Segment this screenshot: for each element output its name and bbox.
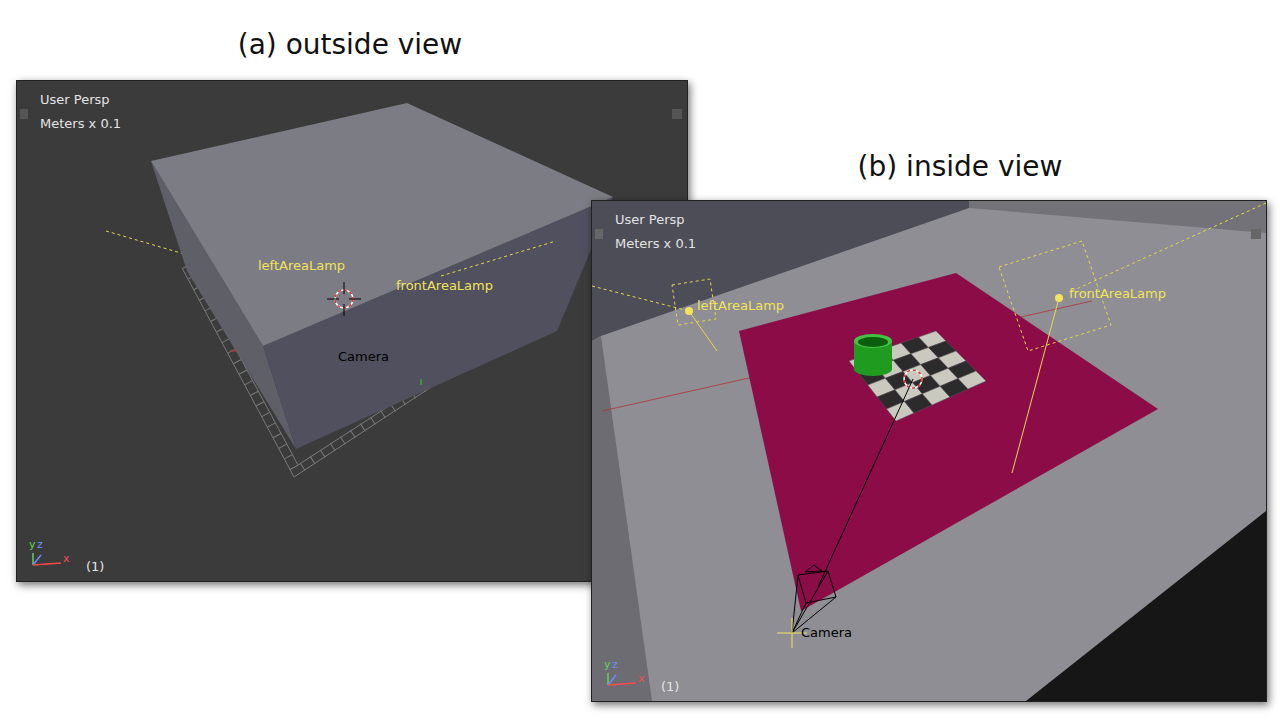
axis-line — [608, 675, 616, 685]
axis-label: z — [612, 659, 618, 671]
figure-caption: (a) outside view — [238, 28, 463, 61]
axis-line — [608, 683, 636, 685]
axis-label: x — [63, 553, 70, 565]
inside-scene — [592, 201, 1266, 701]
unit-scale: Meters x 0.1 — [615, 236, 696, 252]
camera-label: Camera — [801, 625, 852, 641]
camera-label: Camera — [338, 349, 389, 365]
axis-line — [33, 563, 61, 565]
axis-label: y — [604, 659, 611, 671]
frame-number: (1) — [86, 559, 104, 575]
front-lamp-object[interactable] — [999, 203, 1266, 473]
left-lamp-object[interactable] — [592, 279, 717, 351]
cup[interactable] — [854, 334, 892, 376]
lamp-label: leftAreaLamp — [258, 258, 345, 274]
camera-object[interactable] — [792, 379, 913, 633]
axis-label: y — [29, 539, 36, 551]
lamp-label: frontAreaLamp — [396, 278, 493, 294]
axis-line — [33, 555, 41, 565]
outside-scene — [17, 81, 687, 581]
lamp-label: frontAreaLamp — [1069, 286, 1166, 302]
axis-gizmo-icon — [27, 543, 87, 573]
axis-gizmo-icon — [602, 663, 662, 693]
view-name: User Persp — [40, 92, 110, 108]
frame-number: (1) — [661, 679, 679, 695]
checkerboard[interactable] — [849, 331, 986, 421]
axis-label: z — [37, 539, 43, 551]
figure-caption: (b) inside view — [858, 150, 1063, 183]
outside-viewport[interactable]: User Persp Meters x 0.1 (1) leftAreaLamp fro… — [16, 80, 688, 582]
3d-cursor-icon — [327, 282, 361, 316]
room-box[interactable] — [151, 103, 613, 449]
cloth — [739, 273, 1158, 611]
checker-square — [958, 371, 986, 389]
view-name: User Persp — [615, 212, 685, 228]
axis-label: x — [638, 673, 645, 685]
lamp-label: leftAreaLamp — [697, 298, 784, 314]
unit-scale: Meters x 0.1 — [40, 116, 121, 132]
inside-viewport[interactable]: User Persp Meters x 0.1 (1) leftAreaLamp fro… — [591, 200, 1267, 702]
